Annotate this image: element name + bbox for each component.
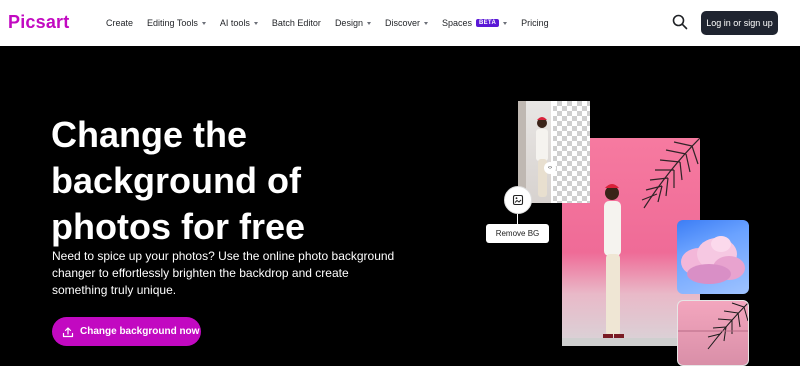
- image-frame-icon: [512, 194, 524, 206]
- nav-discover-label: Discover: [384, 18, 420, 28]
- nav-pricing-label: Pricing: [521, 18, 549, 28]
- nav-ai-tools-label: AI tools: [219, 18, 250, 28]
- hero-description-line: Need to spice up your photos? Use the on…: [52, 249, 395, 263]
- palm-photo: [677, 300, 749, 366]
- palm-illustration: [678, 302, 748, 350]
- nav-pricing[interactable]: Pricing: [521, 18, 549, 28]
- main-nav: Create Editing Tools AI tools Batch Edit…: [106, 0, 563, 46]
- nav-batch-editor-label: Batch Editor: [271, 18, 321, 28]
- chevron-down-icon: [503, 21, 508, 25]
- hero-title-line: background of: [51, 160, 301, 201]
- hero-description: Need to spice up your photos? Use the on…: [52, 248, 422, 299]
- nav-create[interactable]: Create: [106, 18, 133, 28]
- change-background-label: Change background now: [80, 326, 200, 337]
- login-signup-button[interactable]: Log in or sign up: [701, 11, 778, 35]
- hero-description-line: something truly unique.: [52, 283, 177, 297]
- nav-design[interactable]: Design: [335, 18, 371, 28]
- nav-discover[interactable]: Discover: [385, 18, 428, 28]
- nav-ai-tools[interactable]: AI tools: [220, 18, 258, 28]
- chevron-down-icon: [253, 21, 258, 25]
- nav-editing-tools-label: Editing Tools: [147, 18, 198, 28]
- hero-title-line: photos for free: [51, 206, 306, 247]
- compare-handle-icon[interactable]: ‹›: [544, 162, 556, 174]
- upload-icon: [62, 326, 74, 337]
- beta-badge: BETA: [476, 19, 500, 27]
- remove-bg-icon: [504, 186, 532, 214]
- nav-spaces[interactable]: Spaces BETA: [441, 18, 508, 28]
- compare-divider[interactable]: [551, 101, 553, 203]
- chevron-down-icon: [201, 21, 206, 25]
- nav-design-label: Design: [334, 18, 363, 28]
- nav-batch-editor[interactable]: Batch Editor: [272, 18, 321, 28]
- hero-title: Change the background of photos for free: [51, 112, 371, 250]
- nav-create-label: Create: [106, 18, 134, 28]
- chevron-down-icon: [366, 21, 371, 25]
- cloud-photo: [677, 220, 749, 294]
- top-navbar: Picsart Create Editing Tools AI tools Ba…: [0, 0, 800, 46]
- transparent-background-half: [552, 101, 590, 203]
- hero-title-line: Change the: [51, 114, 248, 155]
- remove-bg-connector: [517, 214, 518, 224]
- before-after-preview: [518, 101, 590, 203]
- hero-description-line: changer to effortlessly brighten the bac…: [52, 266, 349, 280]
- search-icon[interactable]: [672, 14, 688, 30]
- picsart-logo[interactable]: Picsart: [8, 12, 69, 33]
- nav-spaces-label: Spaces: [441, 18, 472, 28]
- cloud-illustration: [681, 236, 745, 284]
- change-background-button[interactable]: Change background now: [52, 317, 201, 346]
- chevron-down-icon: [423, 21, 428, 25]
- nav-editing-tools[interactable]: Editing Tools: [147, 18, 206, 28]
- remove-bg-label: Remove BG: [486, 224, 549, 243]
